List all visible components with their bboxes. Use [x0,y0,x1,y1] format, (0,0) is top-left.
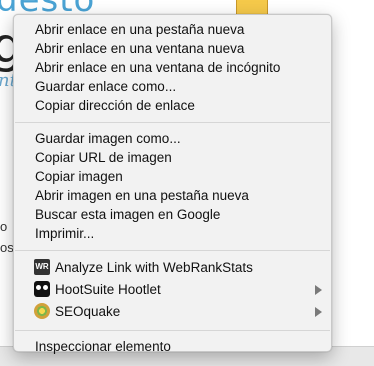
menu-separator [15,250,330,251]
hootsuite-owl-icon [34,281,50,298]
menu-separator [15,330,330,331]
background-side-text: o [0,219,8,234]
menu-item-save-link-as[interactable]: Guardar enlace como... [14,77,331,96]
menu-item-label: SEOquake [55,304,121,319]
background-side-text: os [0,240,14,255]
menu-separator [15,122,330,123]
menu-item-inspect-element[interactable]: Inspeccionar elemento [14,337,331,356]
menu-item-open-link-new-window[interactable]: Abrir enlace en una ventana nueva [14,39,331,58]
context-menu: Abrir enlace en una pestaña nueva Abrir … [13,14,332,354]
menu-item-open-link-new-tab[interactable]: Abrir enlace en una pestaña nueva [14,20,331,39]
menu-item-label: HootSuite Hootlet [55,282,161,297]
menu-item-copy-link-address[interactable]: Copiar dirección de enlace [14,96,331,115]
menu-item-label: Analyze Link with WebRankStats [55,260,253,275]
menu-item-hootsuite-hootlet[interactable]: HootSuite Hootlet [14,279,331,301]
menu-item-save-image-as[interactable]: Guardar imagen como... [14,129,331,148]
menu-item-search-image-google[interactable]: Buscar esta imagen en Google [14,205,331,224]
menu-item-print[interactable]: Imprimir... [14,224,331,243]
webrankstats-icon: WR [34,259,50,276]
submenu-arrow-icon [315,307,322,317]
menu-item-copy-image[interactable]: Copiar imagen [14,167,331,186]
menu-item-copy-image-url[interactable]: Copiar URL de imagen [14,148,331,167]
page: desto g nte o os Abrir enlace en una pes… [0,0,374,366]
menu-item-seoquake[interactable]: SEOquake [14,301,331,323]
menu-item-open-image-new-tab[interactable]: Abrir imagen en una pestaña nueva [14,186,331,205]
menu-item-open-link-incognito[interactable]: Abrir enlace en una ventana de incógnito [14,58,331,77]
menu-item-webrankstats[interactable]: WR Analyze Link with WebRankStats [14,257,331,279]
submenu-arrow-icon [315,285,322,295]
seoquake-icon [34,303,50,320]
